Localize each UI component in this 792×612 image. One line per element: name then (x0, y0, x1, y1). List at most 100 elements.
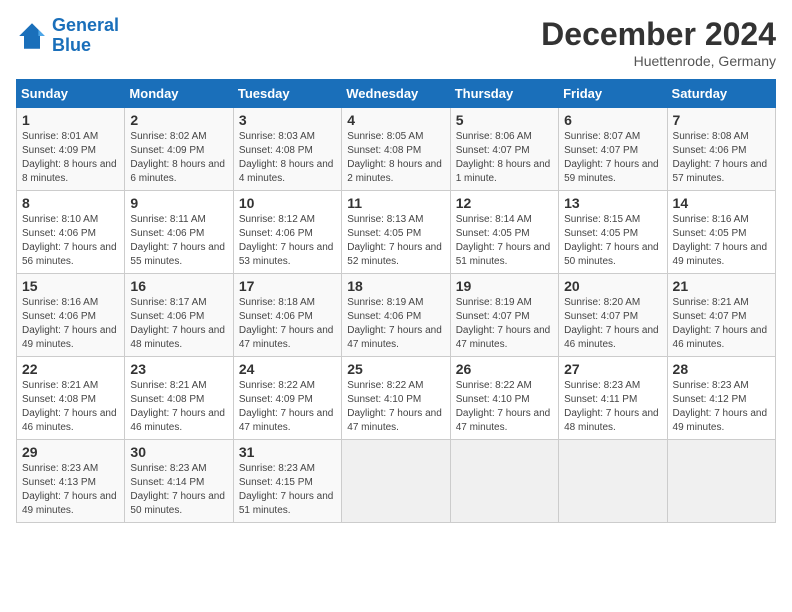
weekday-header-thursday: Thursday (450, 80, 558, 108)
calendar-cell (342, 440, 450, 523)
calendar-cell: 14 Sunrise: 8:16 AM Sunset: 4:05 PM Dayli… (667, 191, 775, 274)
calendar-cell (559, 440, 667, 523)
day-info: Sunrise: 8:22 AM Sunset: 4:10 PM Dayligh… (456, 379, 553, 435)
location: Huettenrode, Germany (541, 53, 776, 69)
calendar-table: SundayMondayTuesdayWednesdayThursdayFrid… (16, 79, 776, 523)
page-header: General Blue December 2024 Huettenrode, … (16, 16, 776, 69)
calendar-cell: 9 Sunrise: 8:11 AM Sunset: 4:06 PM Daylig… (125, 191, 233, 274)
day-info: Sunrise: 8:21 AM Sunset: 4:08 PM Dayligh… (130, 379, 227, 435)
day-number: 1 (22, 112, 119, 128)
calendar-cell: 18 Sunrise: 8:19 AM Sunset: 4:06 PM Dayli… (342, 274, 450, 357)
day-info: Sunrise: 8:19 AM Sunset: 4:06 PM Dayligh… (347, 296, 444, 352)
calendar-cell: 20 Sunrise: 8:20 AM Sunset: 4:07 PM Dayli… (559, 274, 667, 357)
calendar-cell: 17Sunrise: 8:18 AM Sunset: 4:06 PM Dayli… (233, 274, 341, 357)
day-number: 31 (239, 444, 336, 460)
calendar-cell: 25 Sunrise: 8:22 AM Sunset: 4:10 PM Dayli… (342, 357, 450, 440)
calendar-cell: 15 Sunrise: 8:16 AM Sunset: 4:06 PM Dayli… (17, 274, 125, 357)
day-info: Sunrise: 8:10 AM Sunset: 4:06 PM Dayligh… (22, 213, 119, 269)
weekday-header-monday: Monday (125, 80, 233, 108)
calendar-cell: 4 Sunrise: 8:05 AM Sunset: 4:08 PM Daylig… (342, 108, 450, 191)
month-title: December 2024 (541, 16, 776, 53)
day-number: 28 (673, 361, 770, 377)
calendar-cell: 30 Sunrise: 8:23 AM Sunset: 4:14 PM Dayli… (125, 440, 233, 523)
day-info: Sunrise: 8:08 AM Sunset: 4:06 PM Dayligh… (673, 130, 770, 186)
calendar-cell: 13Sunrise: 8:15 AM Sunset: 4:05 PM Dayli… (559, 191, 667, 274)
day-number: 16 (130, 278, 227, 294)
logo-icon (16, 20, 48, 52)
weekday-header-sunday: Sunday (17, 80, 125, 108)
calendar-cell: 29Sunrise: 8:23 AM Sunset: 4:13 PM Dayli… (17, 440, 125, 523)
calendar-cell: 6 Sunrise: 8:07 AM Sunset: 4:07 PM Daylig… (559, 108, 667, 191)
day-number: 18 (347, 278, 444, 294)
day-info: Sunrise: 8:06 AM Sunset: 4:07 PM Dayligh… (456, 130, 553, 186)
calendar-cell: 2 Sunrise: 8:02 AM Sunset: 4:09 PM Daylig… (125, 108, 233, 191)
day-info: Sunrise: 8:11 AM Sunset: 4:06 PM Dayligh… (130, 213, 227, 269)
day-number: 12 (456, 195, 553, 211)
day-number: 20 (564, 278, 661, 294)
day-info: Sunrise: 8:07 AM Sunset: 4:07 PM Dayligh… (564, 130, 661, 186)
day-number: 21 (673, 278, 770, 294)
calendar-cell: 27Sunrise: 8:23 AM Sunset: 4:11 PM Dayli… (559, 357, 667, 440)
day-number: 13 (564, 195, 661, 211)
day-info: Sunrise: 8:05 AM Sunset: 4:08 PM Dayligh… (347, 130, 444, 186)
day-number: 22 (22, 361, 119, 377)
calendar-cell: 8 Sunrise: 8:10 AM Sunset: 4:06 PM Daylig… (17, 191, 125, 274)
calendar-week-2: 8 Sunrise: 8:10 AM Sunset: 4:06 PM Daylig… (17, 191, 776, 274)
calendar-cell: 31 Sunrise: 8:23 AM Sunset: 4:15 PM Dayli… (233, 440, 341, 523)
calendar-week-5: 29Sunrise: 8:23 AM Sunset: 4:13 PM Dayli… (17, 440, 776, 523)
day-info: Sunrise: 8:02 AM Sunset: 4:09 PM Dayligh… (130, 130, 227, 186)
calendar-cell (450, 440, 558, 523)
calendar-cell: 12 Sunrise: 8:14 AM Sunset: 4:05 PM Dayli… (450, 191, 558, 274)
day-number: 14 (673, 195, 770, 211)
day-info: Sunrise: 8:03 AM Sunset: 4:08 PM Dayligh… (239, 130, 336, 186)
calendar-cell (667, 440, 775, 523)
day-number: 23 (130, 361, 227, 377)
weekday-header-tuesday: Tuesday (233, 80, 341, 108)
day-number: 4 (347, 112, 444, 128)
day-number: 24 (239, 361, 336, 377)
day-number: 8 (22, 195, 119, 211)
day-info: Sunrise: 8:22 AM Sunset: 4:10 PM Dayligh… (347, 379, 444, 435)
day-info: Sunrise: 8:17 AM Sunset: 4:06 PM Dayligh… (130, 296, 227, 352)
calendar-cell: 11 Sunrise: 8:13 AM Sunset: 4:05 PM Dayli… (342, 191, 450, 274)
day-number: 19 (456, 278, 553, 294)
day-info: Sunrise: 8:23 AM Sunset: 4:14 PM Dayligh… (130, 462, 227, 518)
calendar-week-1: 1 Sunrise: 8:01 AM Sunset: 4:09 PM Daylig… (17, 108, 776, 191)
day-info: Sunrise: 8:23 AM Sunset: 4:15 PM Dayligh… (239, 462, 336, 518)
day-number: 17 (239, 278, 336, 294)
day-number: 6 (564, 112, 661, 128)
day-number: 27 (564, 361, 661, 377)
day-info: Sunrise: 8:13 AM Sunset: 4:05 PM Dayligh… (347, 213, 444, 269)
day-number: 7 (673, 112, 770, 128)
day-info: Sunrise: 8:20 AM Sunset: 4:07 PM Dayligh… (564, 296, 661, 352)
day-number: 25 (347, 361, 444, 377)
calendar-cell: 1 Sunrise: 8:01 AM Sunset: 4:09 PM Daylig… (17, 108, 125, 191)
day-info: Sunrise: 8:16 AM Sunset: 4:06 PM Dayligh… (22, 296, 119, 352)
logo-text: General Blue (52, 16, 119, 56)
day-number: 11 (347, 195, 444, 211)
day-number: 15 (22, 278, 119, 294)
day-number: 9 (130, 195, 227, 211)
day-number: 5 (456, 112, 553, 128)
day-number: 3 (239, 112, 336, 128)
day-number: 10 (239, 195, 336, 211)
day-info: Sunrise: 8:01 AM Sunset: 4:09 PM Dayligh… (22, 130, 119, 186)
calendar-cell: 16 Sunrise: 8:17 AM Sunset: 4:06 PM Dayli… (125, 274, 233, 357)
day-info: Sunrise: 8:23 AM Sunset: 4:13 PM Dayligh… (22, 462, 119, 518)
title-block: December 2024 Huettenrode, Germany (541, 16, 776, 69)
day-info: Sunrise: 8:21 AM Sunset: 4:08 PM Dayligh… (22, 379, 119, 435)
calendar-cell: 7 Sunrise: 8:08 AM Sunset: 4:06 PM Daylig… (667, 108, 775, 191)
calendar-cell: 19 Sunrise: 8:19 AM Sunset: 4:07 PM Dayli… (450, 274, 558, 357)
calendar-cell: 3 Sunrise: 8:03 AM Sunset: 4:08 PM Daylig… (233, 108, 341, 191)
day-info: Sunrise: 8:23 AM Sunset: 4:12 PM Dayligh… (673, 379, 770, 435)
day-info: Sunrise: 8:14 AM Sunset: 4:05 PM Dayligh… (456, 213, 553, 269)
day-number: 2 (130, 112, 227, 128)
calendar-week-4: 22 Sunrise: 8:21 AM Sunset: 4:08 PM Dayli… (17, 357, 776, 440)
day-info: Sunrise: 8:16 AM Sunset: 4:05 PM Dayligh… (673, 213, 770, 269)
day-info: Sunrise: 8:12 AM Sunset: 4:06 PM Dayligh… (239, 213, 336, 269)
calendar-cell: 21Sunrise: 8:21 AM Sunset: 4:07 PM Dayli… (667, 274, 775, 357)
day-number: 30 (130, 444, 227, 460)
day-info: Sunrise: 8:19 AM Sunset: 4:07 PM Dayligh… (456, 296, 553, 352)
calendar-cell: 28 Sunrise: 8:23 AM Sunset: 4:12 PM Dayli… (667, 357, 775, 440)
calendar-cell: 22 Sunrise: 8:21 AM Sunset: 4:08 PM Dayli… (17, 357, 125, 440)
